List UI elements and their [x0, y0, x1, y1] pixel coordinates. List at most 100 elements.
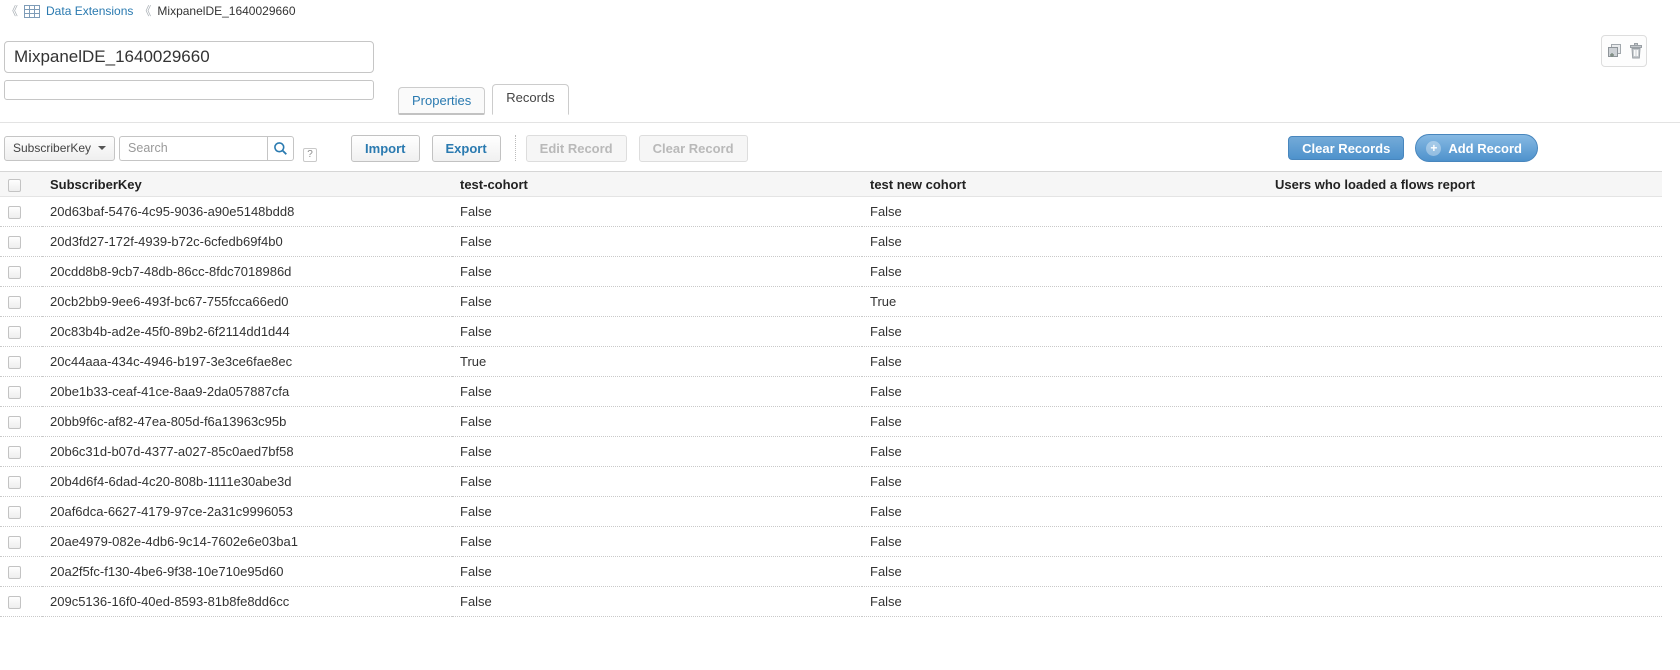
cell-test-new-cohort: False — [862, 587, 1267, 617]
column-header-subscriberkey[interactable]: SubscriberKey — [42, 172, 452, 197]
cell-subscriber-key: 20c83b4b-ad2e-45f0-89b2-6f2114dd1d44 — [42, 317, 452, 347]
breadcrumb: 《 Data Extensions 《 MixpanelDE_164002966… — [6, 4, 296, 18]
toolbar-right-group: Clear Records + Add Record — [1288, 134, 1538, 162]
export-button[interactable]: Export — [432, 135, 501, 162]
search-button[interactable] — [267, 136, 294, 161]
table-header-row: SubscriberKey test-cohort test new cohor… — [0, 172, 1662, 197]
column-header-test-cohort[interactable]: test-cohort — [452, 172, 862, 197]
table-row: 20be1b33-ceaf-41ce-8aa9-2da057887cfa Fal… — [0, 377, 1662, 407]
table-row: 20a2f5fc-f130-4be6-9f38-10e710e95d60 Fal… — [0, 557, 1662, 587]
row-checkbox[interactable] — [8, 476, 21, 489]
row-checkbox[interactable] — [8, 566, 21, 579]
cell-flows-report — [1267, 347, 1662, 377]
cell-flows-report — [1267, 227, 1662, 257]
search-input[interactable] — [119, 136, 267, 161]
table-row: 20cb2bb9-9ee6-493f-bc67-755fcca66ed0 Fal… — [0, 287, 1662, 317]
cell-test-new-cohort: False — [862, 467, 1267, 497]
tab-records[interactable]: Records — [492, 84, 568, 115]
cell-test-new-cohort: False — [862, 437, 1267, 467]
cell-test-cohort: False — [452, 437, 862, 467]
cell-test-new-cohort: False — [862, 227, 1267, 257]
cell-test-cohort: False — [452, 527, 862, 557]
cell-test-cohort: False — [452, 587, 862, 617]
copy-icon[interactable] — [1606, 43, 1623, 59]
table-row: 20cdd8b8-9cb7-48db-86cc-8fdc7018986d Fal… — [0, 257, 1662, 287]
cell-test-cohort: False — [452, 377, 862, 407]
row-checkbox[interactable] — [8, 506, 21, 519]
row-checkbox[interactable] — [8, 446, 21, 459]
search-field-dropdown[interactable]: SubscriberKey — [4, 136, 115, 161]
row-checkbox[interactable] — [8, 536, 21, 549]
records-toolbar: SubscriberKey ? Import Export Edit Recor… — [0, 129, 1680, 167]
cell-test-new-cohort: True — [862, 287, 1267, 317]
cell-subscriber-key: 20cb2bb9-9ee6-493f-bc67-755fcca66ed0 — [42, 287, 452, 317]
add-record-button[interactable]: + Add Record — [1415, 134, 1538, 162]
breadcrumb-current: MixpanelDE_1640029660 — [157, 4, 295, 18]
cell-test-cohort: False — [452, 197, 862, 227]
tab-bar: Properties Records — [398, 84, 576, 115]
import-button[interactable]: Import — [351, 135, 419, 162]
cell-test-cohort: False — [452, 407, 862, 437]
cell-flows-report — [1267, 467, 1662, 497]
row-checkbox[interactable] — [8, 266, 21, 279]
records-table: SubscriberKey test-cohort test new cohor… — [0, 171, 1662, 617]
cell-subscriber-key: 20be1b33-ceaf-41ce-8aa9-2da057887cfa — [42, 377, 452, 407]
cell-flows-report — [1267, 407, 1662, 437]
row-checkbox[interactable] — [8, 326, 21, 339]
cell-flows-report — [1267, 377, 1662, 407]
cell-test-cohort: False — [452, 467, 862, 497]
extension-description-input[interactable] — [4, 80, 374, 100]
breadcrumb-link-data-extensions[interactable]: Data Extensions — [46, 4, 133, 18]
cell-test-cohort: False — [452, 317, 862, 347]
search-icon — [273, 141, 288, 156]
table-row: 209c5136-16f0-40ed-8593-81b8fe8dd6cc Fal… — [0, 587, 1662, 617]
cell-flows-report — [1267, 557, 1662, 587]
tab-properties[interactable]: Properties — [398, 87, 485, 115]
cell-flows-report — [1267, 287, 1662, 317]
cell-subscriber-key: 209c5136-16f0-40ed-8593-81b8fe8dd6cc — [42, 587, 452, 617]
table-row: 20b4d6f4-6dad-4c20-808b-1111e30abe3d Fal… — [0, 467, 1662, 497]
breadcrumb-separator: 《 — [139, 4, 151, 18]
extension-name-input[interactable] — [4, 41, 374, 73]
table-row: 20b6c31d-b07d-4377-a027-85c0aed7bf58 Fal… — [0, 437, 1662, 467]
edit-record-button[interactable]: Edit Record — [526, 135, 627, 162]
cell-subscriber-key: 20bb9f6c-af82-47ea-805d-f6a13963c95b — [42, 407, 452, 437]
row-checkbox[interactable] — [8, 356, 21, 369]
row-checkbox[interactable] — [8, 206, 21, 219]
row-checkbox[interactable] — [8, 296, 21, 309]
cell-flows-report — [1267, 317, 1662, 347]
back-chevron-icon[interactable]: 《 — [6, 4, 18, 18]
records-panel: SubscriberKey ? Import Export Edit Recor… — [0, 122, 1680, 670]
help-icon[interactable]: ? — [303, 148, 317, 162]
table-row: 20d3fd27-172f-4939-b72c-6cfedb69f4b0 Fal… — [0, 227, 1662, 257]
cell-test-new-cohort: False — [862, 557, 1267, 587]
clear-records-button[interactable]: Clear Records — [1288, 136, 1404, 160]
cell-flows-report — [1267, 497, 1662, 527]
cell-test-new-cohort: False — [862, 317, 1267, 347]
row-checkbox[interactable] — [8, 596, 21, 609]
table-row: 20bb9f6c-af82-47ea-805d-f6a13963c95b Fal… — [0, 407, 1662, 437]
cell-subscriber-key: 20cdd8b8-9cb7-48db-86cc-8fdc7018986d — [42, 257, 452, 287]
cell-test-cohort: True — [452, 347, 862, 377]
table-row: 20af6dca-6627-4179-97ce-2a31c9996053 Fal… — [0, 497, 1662, 527]
column-header-flows-report[interactable]: Users who loaded a flows report — [1267, 172, 1662, 197]
row-checkbox[interactable] — [8, 236, 21, 249]
cell-test-new-cohort: False — [862, 257, 1267, 287]
row-checkbox[interactable] — [8, 386, 21, 399]
trash-icon[interactable] — [1629, 43, 1643, 59]
cell-test-new-cohort: False — [862, 347, 1267, 377]
clear-record-button[interactable]: Clear Record — [639, 135, 748, 162]
column-header-test-new-cohort[interactable]: test new cohort — [862, 172, 1267, 197]
row-checkbox[interactable] — [8, 416, 21, 429]
table-row: 20d63baf-5476-4c95-9036-a90e5148bdd8 Fal… — [0, 197, 1662, 227]
cell-subscriber-key: 20b6c31d-b07d-4377-a027-85c0aed7bf58 — [42, 437, 452, 467]
cell-flows-report — [1267, 197, 1662, 227]
extension-actions-group — [1601, 35, 1647, 67]
cell-subscriber-key: 20a2f5fc-f130-4be6-9f38-10e710e95d60 — [42, 557, 452, 587]
cell-flows-report — [1267, 527, 1662, 557]
search-combo — [119, 136, 294, 161]
search-field-dropdown-value: SubscriberKey — [13, 141, 91, 155]
select-all-checkbox[interactable] — [8, 179, 21, 192]
cell-test-new-cohort: False — [862, 377, 1267, 407]
cell-test-new-cohort: False — [862, 407, 1267, 437]
